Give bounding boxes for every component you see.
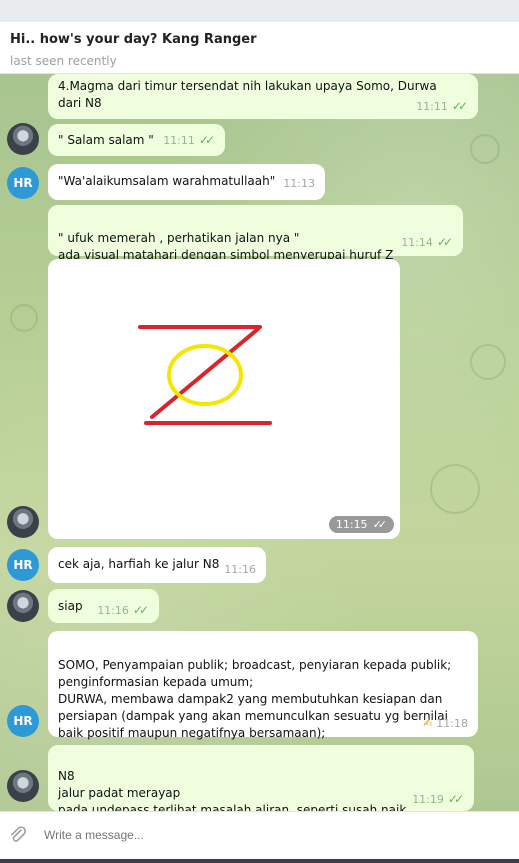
message-time: 11:14 — [401, 236, 433, 249]
message-text: SOMO, Penyampaian publik; broadcast, pen… — [58, 658, 452, 740]
message-input[interactable] — [44, 828, 484, 842]
message-meta: 11:14 ✓✓ — [401, 234, 453, 251]
z-symbol-sketch — [138, 325, 272, 425]
message-text: 4.Magma dari timur tersendat nih lakukan… — [58, 79, 437, 110]
message-bubble[interactable]: siap 11:16 ✓✓ — [48, 589, 159, 623]
avatar[interactable] — [7, 770, 39, 802]
message-text: N8 jalur padat merayap pada undepass ter… — [58, 769, 407, 811]
message-bubble[interactable]: SOMO, Penyampaian publik; broadcast, pen… — [48, 631, 478, 740]
avatar-initials: HR — [13, 558, 33, 572]
avatar[interactable]: HR — [7, 167, 39, 199]
message-time: 11:16 — [97, 604, 129, 617]
message-bubble[interactable]: "Wa'alaikumsalam warahmatullaah" 11:13 — [48, 164, 325, 200]
message-time: 11:18 — [436, 717, 468, 730]
image-time-badge: 11:15 ✓✓ — [328, 516, 394, 533]
window-top-strip — [0, 0, 519, 22]
background-doodle — [430, 464, 480, 514]
chat-area[interactable]: 4.Magma dari timur tersendat nih lakukan… — [0, 74, 519, 811]
message-text: siap — [58, 599, 83, 613]
message-composer — [0, 811, 519, 859]
avatar[interactable] — [7, 590, 39, 622]
message-bubble[interactable]: 4.Magma dari timur tersendat nih lakukan… — [48, 74, 478, 119]
message-meta: 11:11 ✓✓ — [163, 132, 215, 149]
message-meta: 11:13 — [283, 175, 315, 192]
message-bubble[interactable]: cek aja, harfiah ke jalur N8 11:16 — [48, 547, 266, 583]
message-time: 11:11 — [163, 134, 195, 147]
avatar[interactable]: HR — [7, 705, 39, 737]
message-text: " Salam salam " — [58, 133, 154, 147]
avatar[interactable] — [7, 506, 39, 538]
avatar-initials: HR — [13, 176, 33, 190]
double-check-icon: ✓✓ — [436, 235, 453, 249]
background-doodle — [470, 134, 500, 164]
message-time: 11:19 — [412, 793, 444, 806]
message-text: cek aja, harfiah ke jalur N8 — [58, 557, 220, 571]
message-meta: 11:19 ✓✓ — [412, 791, 464, 808]
message-bubble[interactable]: " ufuk memerah , perhatikan jalan nya " … — [48, 205, 463, 262]
message-meta: 11:16 ✓✓ — [97, 602, 149, 619]
double-check-icon: ✓✓ — [132, 603, 149, 617]
message-text: "Wa'alaikumsalam warahmatullaah" — [58, 174, 276, 188]
message-time: 11:16 — [224, 563, 256, 576]
chat-status: last seen recently — [10, 54, 117, 68]
message-meta: ✍ 11:18 — [423, 715, 468, 732]
background-doodle — [470, 344, 506, 380]
avatar[interactable]: HR — [7, 549, 39, 581]
message-bubble[interactable]: N8 jalur padat merayap pada undepass ter… — [48, 745, 474, 811]
avatar[interactable] — [7, 123, 39, 155]
background-doodle — [10, 304, 38, 332]
message-meta: 11:16 — [224, 561, 256, 578]
avatar-initials: HR — [13, 714, 33, 728]
message-time: 11:15 — [335, 518, 368, 531]
message-time: 11:13 — [283, 177, 315, 190]
double-check-icon: ✓✓ — [447, 792, 464, 806]
chat-title: Hi.. how's your day? Kang Ranger — [10, 32, 257, 47]
window-bottom-strip — [0, 859, 519, 863]
image-message[interactable]: 11:15 ✓✓ — [48, 259, 400, 539]
paperclip-icon[interactable] — [8, 825, 28, 845]
message-bubble[interactable]: " Salam salam " 11:11 ✓✓ — [48, 124, 225, 156]
writing-hand-icon: ✍ — [423, 717, 433, 730]
double-check-icon: ✓✓ — [198, 133, 215, 147]
message-time: 11:11 — [416, 100, 448, 113]
chat-header[interactable]: Hi.. how's your day? Kang Ranger last se… — [0, 22, 519, 74]
double-check-icon: ✓✓ — [451, 99, 468, 113]
message-meta: 11:11 ✓✓ — [416, 98, 468, 115]
double-check-icon: ✓✓ — [372, 518, 388, 531]
